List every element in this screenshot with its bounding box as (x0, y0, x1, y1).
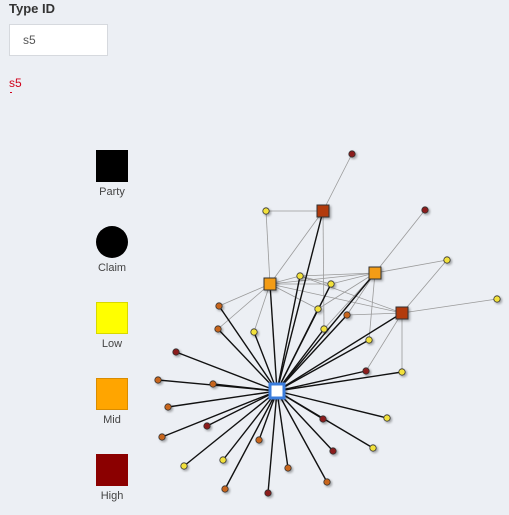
claim-node[interactable] (329, 447, 337, 455)
claim-node[interactable] (323, 478, 331, 486)
party-node[interactable] (263, 277, 277, 291)
weak-link (269, 210, 324, 285)
selected-party-node[interactable] (268, 382, 286, 400)
claim-node[interactable] (264, 489, 272, 497)
weak-link (322, 153, 353, 212)
claim-node[interactable] (158, 433, 166, 441)
claim-node[interactable] (343, 311, 351, 319)
weak-link (265, 210, 271, 285)
claim-node[interactable] (172, 348, 180, 356)
claim-node[interactable] (320, 325, 328, 333)
weak-link (269, 272, 376, 285)
hub-link (218, 305, 278, 392)
hub-link (276, 390, 388, 419)
claim-node[interactable] (493, 295, 501, 303)
claim-node[interactable] (154, 376, 162, 384)
weak-link (322, 210, 325, 330)
claim-node[interactable] (314, 305, 322, 313)
claim-node[interactable] (421, 206, 429, 214)
hub-link (276, 371, 403, 392)
weak-link (374, 259, 448, 274)
claim-node[interactable] (383, 414, 391, 422)
hub-link (217, 328, 278, 392)
claim-node[interactable] (365, 336, 373, 344)
claim-node[interactable] (443, 256, 451, 264)
claim-node[interactable] (327, 280, 335, 288)
claim-node[interactable] (164, 403, 172, 411)
weak-link (218, 283, 271, 307)
claim-node[interactable] (369, 444, 377, 452)
weak-link (401, 259, 448, 314)
claim-node[interactable] (215, 302, 223, 310)
claim-node[interactable] (398, 368, 406, 376)
claim-node[interactable] (209, 380, 217, 388)
weak-link (346, 312, 403, 316)
claim-node[interactable] (262, 207, 270, 215)
claim-node[interactable] (203, 422, 211, 430)
hub-link (276, 390, 289, 469)
claim-node[interactable] (214, 325, 222, 333)
party-node[interactable] (316, 204, 330, 218)
claim-node[interactable] (221, 485, 229, 493)
claim-node[interactable] (180, 462, 188, 470)
weak-link (374, 209, 426, 274)
claim-node[interactable] (255, 436, 263, 444)
weak-link (269, 283, 403, 314)
claim-node[interactable] (296, 272, 304, 280)
claim-node[interactable] (348, 150, 356, 158)
network-view: Type ID s5 Party Claim Low Mid High (0, 0, 509, 515)
claim-node[interactable] (250, 328, 258, 336)
hub-link (276, 314, 348, 392)
claim-node[interactable] (362, 367, 370, 375)
claim-node[interactable] (319, 415, 327, 423)
party-node[interactable] (368, 266, 382, 280)
weak-link (401, 298, 498, 314)
network-graph (154, 150, 501, 497)
claim-node[interactable] (219, 456, 227, 464)
claim-node[interactable] (284, 464, 292, 472)
party-node[interactable] (395, 306, 409, 320)
